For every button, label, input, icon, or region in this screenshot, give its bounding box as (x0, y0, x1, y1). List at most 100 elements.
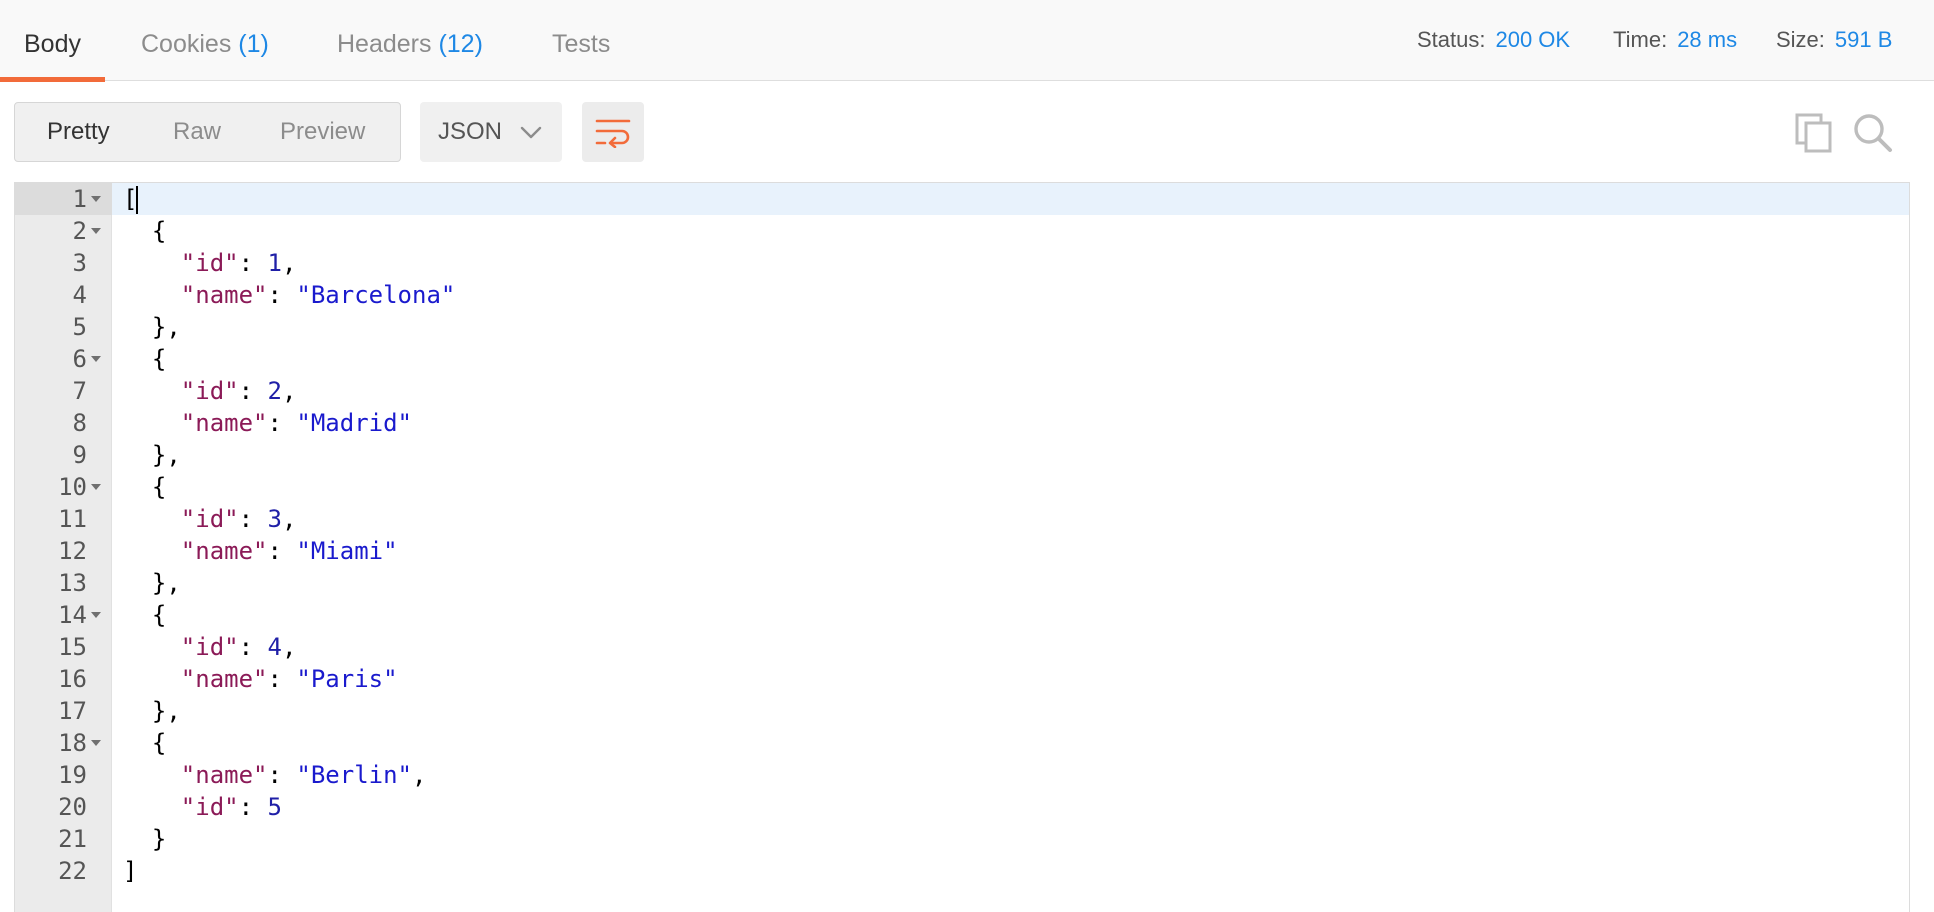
json-string: "Paris" (296, 665, 398, 693)
tab-body-label: Body (24, 30, 81, 58)
json-punctuation (123, 281, 181, 309)
tab-headers-count: (12) (438, 30, 483, 58)
code-text: ] (123, 855, 137, 887)
json-punctuation: , (281, 377, 297, 405)
line-number: 12 (58, 537, 87, 565)
wrap-lines-button[interactable] (582, 102, 644, 162)
code-text: }, (123, 311, 181, 343)
code-line: 6 { (15, 343, 1909, 375)
code-text: { (123, 471, 166, 503)
json-string: "Miami" (296, 537, 398, 565)
json-punctuation (123, 505, 181, 533)
code-text: { (123, 599, 166, 631)
line-number: 22 (58, 857, 87, 885)
line-number: 20 (58, 793, 87, 821)
code-line: 22] (15, 855, 1909, 887)
line-number: 10 (58, 473, 87, 501)
json-punctuation: }, (123, 441, 181, 469)
line-number: 11 (58, 505, 87, 533)
json-key: "name" (180, 665, 268, 693)
json-punctuation (123, 793, 181, 821)
search-button[interactable] (1852, 112, 1894, 154)
code-text: { (123, 215, 166, 247)
json-punctuation: { (123, 345, 167, 373)
json-punctuation: , (281, 505, 297, 533)
json-string: "Barcelona" (296, 281, 456, 309)
json-punctuation: , (281, 633, 297, 661)
json-string: "Madrid" (296, 409, 412, 437)
fold-arrow-icon[interactable] (91, 612, 101, 618)
code-line: 5 }, (15, 311, 1909, 343)
fold-arrow-icon[interactable] (91, 484, 101, 490)
response-status: Status: 200 OK (1417, 27, 1570, 53)
pretty-button[interactable]: Pretty (47, 103, 110, 161)
json-punctuation: : (238, 633, 268, 661)
code-text: "name": "Miami" (123, 535, 398, 567)
copy-button[interactable] (1794, 112, 1834, 154)
response-time: Time: 28 ms (1613, 27, 1737, 53)
tab-body[interactable]: Body (0, 0, 105, 82)
code-text: "id": 3, (123, 503, 297, 535)
line-number: 21 (58, 825, 87, 853)
code-text: "name": "Paris" (123, 663, 398, 695)
tab-cookies[interactable]: Cookies (1) (141, 0, 269, 81)
raw-button[interactable]: Raw (173, 103, 221, 161)
code-text: "name": "Madrid" (123, 407, 412, 439)
json-string: "Berlin" (296, 761, 412, 789)
json-punctuation: { (123, 473, 167, 501)
code-line: 18 { (15, 727, 1909, 759)
line-number: 1 (72, 185, 87, 213)
text-cursor (136, 186, 139, 214)
json-key: "name" (180, 281, 268, 309)
fold-arrow-icon[interactable] (91, 740, 101, 746)
json-key: "id" (180, 377, 239, 405)
json-number: 4 (267, 633, 282, 661)
response-body-editor[interactable]: 1[2 {3 "id": 1, 4 "name": "Barcelona" 5 },… (14, 182, 1910, 912)
line-number: 18 (58, 729, 87, 757)
code-line: 15 "id": 4, (15, 631, 1909, 663)
fold-arrow-icon[interactable] (91, 196, 101, 202)
json-punctuation: : (267, 537, 297, 565)
json-punctuation: : (267, 761, 297, 789)
json-punctuation (123, 761, 181, 789)
tab-headers-label: Headers (337, 30, 432, 58)
line-number: 4 (72, 281, 87, 309)
json-number: 1 (267, 249, 282, 277)
code-lines: 1[2 {3 "id": 1, 4 "name": "Barcelona" 5 },… (15, 183, 1909, 887)
code-text: "id": 1, (123, 247, 297, 279)
json-number: 5 (267, 793, 282, 821)
json-punctuation (123, 537, 181, 565)
format-dropdown[interactable]: JSON (420, 102, 562, 162)
line-number: 17 (58, 697, 87, 725)
tab-tests[interactable]: Tests (552, 0, 610, 81)
code-line: 14 { (15, 599, 1909, 631)
tab-cookies-count: (1) (238, 30, 269, 58)
status-value[interactable]: 200 OK (1495, 27, 1570, 52)
tab-headers[interactable]: Headers (12) (337, 0, 483, 81)
line-number: 15 (58, 633, 87, 661)
fold-arrow-icon[interactable] (91, 228, 101, 234)
code-text: "name": "Berlin", (123, 759, 427, 791)
json-punctuation: }, (123, 569, 181, 597)
json-punctuation: { (123, 729, 167, 757)
json-punctuation: , (281, 249, 297, 277)
copy-icon (1795, 113, 1832, 153)
json-punctuation (123, 249, 181, 277)
fold-arrow-icon[interactable] (91, 356, 101, 362)
time-label: Time: (1613, 27, 1668, 52)
size-value[interactable]: 591 B (1835, 27, 1893, 52)
line-number: 8 (72, 409, 87, 437)
json-punctuation: , (412, 761, 427, 789)
line-number: 16 (58, 665, 87, 693)
time-value[interactable]: 28 ms (1677, 27, 1737, 52)
size-label: Size: (1776, 27, 1825, 52)
search-icon (1854, 114, 1892, 152)
code-line: 17 }, (15, 695, 1909, 727)
code-text: [ (123, 183, 139, 215)
json-number: 3 (267, 505, 282, 533)
line-number: 7 (72, 377, 87, 405)
preview-button[interactable]: Preview (280, 103, 365, 161)
json-number: 2 (267, 377, 282, 405)
json-key: "name" (180, 537, 268, 565)
json-punctuation: } (123, 825, 167, 853)
